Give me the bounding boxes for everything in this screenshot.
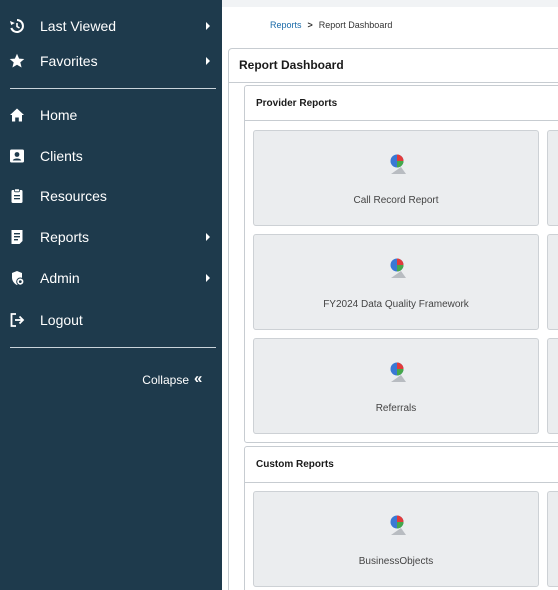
sidebar-item-label: Clients bbox=[40, 148, 83, 164]
report-chart-icon bbox=[388, 256, 410, 280]
sidebar-item-label: Reports bbox=[40, 229, 90, 245]
sidebar-item-label: Last Viewed bbox=[40, 18, 117, 34]
top-strip bbox=[222, 0, 558, 7]
breadcrumb-current: Report Dashboard bbox=[318, 20, 393, 30]
double-chevron-left-icon: « bbox=[194, 370, 203, 387]
tile-label: BusinessObjects bbox=[358, 556, 434, 567]
breadcrumb-separator: > bbox=[307, 20, 313, 30]
report-tile-call-record-report[interactable]: Call Record Report bbox=[253, 130, 539, 226]
breadcrumb-link-reports[interactable]: Reports bbox=[270, 20, 302, 30]
section-divider bbox=[245, 120, 558, 121]
report-tile-businessobjects[interactable]: BusinessObjects bbox=[253, 491, 539, 587]
client-card-icon bbox=[9, 148, 25, 164]
panel-header-divider bbox=[229, 82, 558, 83]
star-icon bbox=[9, 53, 25, 69]
sidebar-item-label: Logout bbox=[40, 312, 83, 328]
report-chart-icon bbox=[388, 513, 410, 537]
sidebar-item-label: Favorites bbox=[40, 53, 98, 69]
chevron-right-icon bbox=[206, 22, 210, 30]
report-tile-partial[interactable] bbox=[547, 491, 558, 587]
sidebar-item-label: Resources bbox=[40, 188, 107, 204]
tile-label: Referrals bbox=[375, 403, 417, 414]
collapse-button[interactable]: Collapse « bbox=[0, 370, 222, 389]
sidebar-item-logout[interactable]: Logout bbox=[0, 306, 222, 334]
chevron-right-icon bbox=[206, 57, 210, 65]
report-icon bbox=[9, 229, 25, 245]
sidebar-item-reports[interactable]: Reports bbox=[0, 223, 222, 251]
sidebar-item-label: Admin bbox=[40, 270, 80, 286]
report-tile-partial[interactable] bbox=[547, 338, 558, 434]
logout-icon bbox=[9, 312, 25, 328]
section-title: Provider Reports bbox=[256, 98, 338, 109]
report-tile-partial[interactable] bbox=[547, 130, 558, 226]
sidebar-divider bbox=[10, 347, 216, 348]
section-divider bbox=[245, 482, 558, 483]
report-chart-icon bbox=[388, 152, 410, 176]
tile-label: FY2024 Data Quality Framework bbox=[323, 299, 469, 310]
admin-gear-icon bbox=[9, 270, 25, 286]
sidebar-nav: Last Viewed Favorites Home Clients Resou… bbox=[0, 0, 222, 590]
chevron-right-icon bbox=[206, 233, 210, 241]
sidebar-item-label: Home bbox=[40, 107, 78, 123]
sidebar-item-home[interactable]: Home bbox=[0, 101, 222, 129]
sidebar-item-admin[interactable]: Admin bbox=[0, 264, 222, 292]
clipboard-icon bbox=[9, 188, 25, 204]
sidebar-divider bbox=[10, 88, 216, 89]
sidebar-item-last-viewed[interactable]: Last Viewed bbox=[0, 12, 222, 40]
collapse-label: Collapse bbox=[142, 373, 189, 387]
report-chart-icon bbox=[388, 360, 410, 384]
sidebar-item-resources[interactable]: Resources bbox=[0, 182, 222, 210]
page-title: Report Dashboard bbox=[239, 58, 344, 72]
report-tile-partial[interactable] bbox=[547, 234, 558, 330]
history-icon bbox=[9, 18, 25, 34]
sidebar-item-favorites[interactable]: Favorites bbox=[0, 47, 222, 75]
report-tile-fy2024-data-quality-framework[interactable]: FY2024 Data Quality Framework bbox=[253, 234, 539, 330]
chevron-right-icon bbox=[206, 274, 210, 282]
sidebar-item-clients[interactable]: Clients bbox=[0, 142, 222, 170]
home-icon bbox=[9, 107, 25, 123]
breadcrumb: Reports > Report Dashboard bbox=[270, 20, 392, 30]
tile-label: Call Record Report bbox=[353, 195, 439, 206]
section-title: Custom Reports bbox=[256, 459, 334, 470]
report-tile-referrals[interactable]: Referrals bbox=[253, 338, 539, 434]
